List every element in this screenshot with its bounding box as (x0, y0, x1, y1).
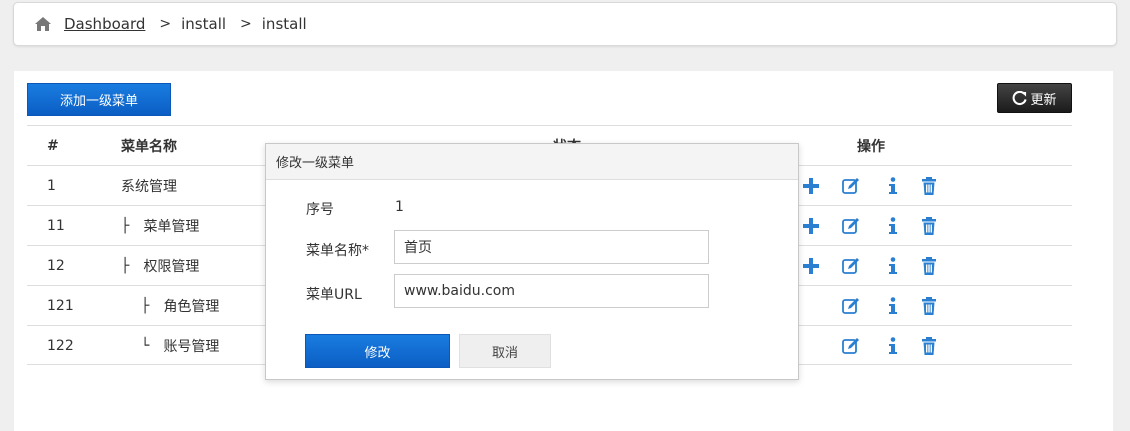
tree-prefix: ├ (121, 257, 130, 274)
row-id: 122 (47, 337, 74, 354)
breadcrumb-dashboard-link[interactable]: Dashboard (64, 15, 145, 33)
row-name-text: 角色管理 (163, 298, 220, 315)
row-name: └ 账号管理 (141, 326, 219, 365)
row-id: 121 (47, 297, 74, 314)
row-id: 12 (47, 257, 65, 274)
menu-name-label: 菜单名称* (306, 243, 369, 259)
breadcrumb: Dashboard > install > install (13, 2, 1117, 46)
row-name: 系统管理 (121, 166, 177, 205)
delete-icon[interactable] (919, 296, 939, 316)
info-icon[interactable] (883, 296, 903, 316)
breadcrumb-separator: > (240, 16, 252, 32)
menu-name-input[interactable] (394, 230, 709, 264)
row-name-text: 账号管理 (163, 338, 220, 355)
delete-icon[interactable] (919, 336, 939, 356)
breadcrumb-item-install-current: install (261, 15, 307, 33)
info-icon[interactable] (883, 176, 903, 196)
row-name-text: 系统管理 (121, 178, 177, 195)
edit-icon[interactable] (841, 216, 861, 236)
seq-label: 序号 (306, 202, 334, 218)
refresh-icon (1013, 90, 1028, 105)
delete-icon[interactable] (919, 176, 939, 196)
delete-icon[interactable] (919, 256, 939, 276)
edit-icon[interactable] (841, 336, 861, 356)
cancel-button[interactable]: 取消 (459, 334, 551, 368)
modify-button[interactable]: 修改 (305, 334, 450, 368)
row-name-text: 菜单管理 (143, 218, 200, 235)
add-submenu-icon[interactable] (801, 176, 821, 196)
row-name: ├ 权限管理 (121, 246, 199, 285)
delete-icon[interactable] (919, 216, 939, 236)
row-id: 1 (47, 177, 56, 194)
tree-prefix: ├ (121, 217, 130, 234)
add-submenu-icon[interactable] (801, 256, 821, 276)
edit-icon[interactable] (841, 256, 861, 276)
breadcrumb-item-install: install (181, 15, 227, 33)
col-header-id: # (47, 137, 59, 154)
info-icon[interactable] (883, 336, 903, 356)
seq-value: 1 (395, 199, 404, 215)
edit-menu-dialog: 修改一级菜单 序号 1 菜单名称* 菜单URL 修改 取消 (265, 143, 799, 380)
add-submenu-icon[interactable] (801, 216, 821, 236)
info-icon[interactable] (883, 216, 903, 236)
col-header-name: 菜单名称 (121, 138, 177, 155)
refresh-label: 更新 (1030, 92, 1057, 108)
row-name: ├ 角色管理 (141, 286, 219, 325)
row-id: 11 (47, 217, 65, 234)
edit-icon[interactable] (841, 296, 861, 316)
row-name: ├ 菜单管理 (121, 206, 199, 245)
breadcrumb-separator: > (159, 16, 172, 32)
col-header-actions: 操作 (857, 138, 885, 155)
menu-url-input[interactable] (394, 274, 709, 308)
home-icon[interactable] (34, 16, 52, 32)
add-top-menu-button[interactable]: 添加一级菜单 (27, 83, 171, 116)
edit-icon[interactable] (841, 176, 861, 196)
refresh-button[interactable]: 更新 (997, 83, 1072, 113)
menu-url-label: 菜单URL (306, 287, 362, 303)
tree-prefix: ├ (141, 297, 150, 314)
dialog-title: 修改一级菜单 (266, 144, 798, 180)
tree-prefix: └ (141, 337, 150, 354)
row-name-text: 权限管理 (143, 258, 200, 275)
info-icon[interactable] (883, 256, 903, 276)
